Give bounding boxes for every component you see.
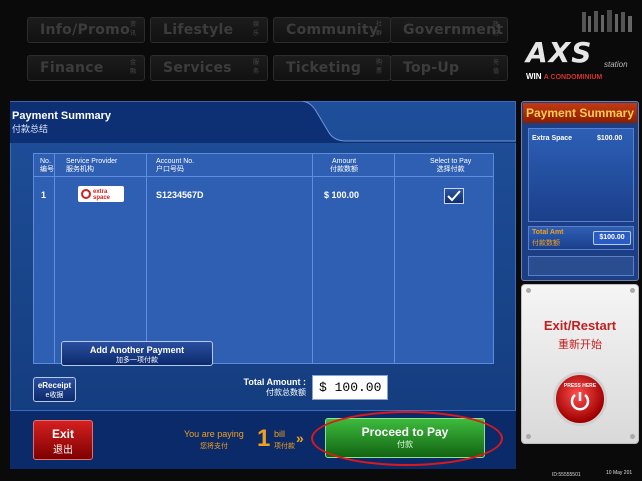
panel-title-block: Payment Summary 付款总结 — [12, 110, 111, 135]
menu-finance[interactable]: Finance 金融 — [27, 55, 145, 81]
menu-label-cn: 娱乐 — [252, 22, 259, 37]
tagline-rest: A CONDOMINIUM — [543, 74, 603, 81]
exit-label: Exit — [51, 427, 74, 441]
header-no: No. 编号 — [40, 158, 54, 174]
payment-table: No. 编号 Service Provider 服务机构 Account No.… — [33, 153, 494, 364]
exit-button[interactable]: Exit 退出 — [33, 420, 93, 460]
menu-label-cn: 购票 — [375, 60, 382, 75]
screw-icon — [630, 288, 635, 293]
menu-label: Services — [163, 60, 232, 76]
header-provider-en: Service Provider — [66, 158, 118, 165]
row-account: S1234567D — [156, 190, 204, 200]
menu-label-cn: 社群 — [375, 22, 382, 37]
total-amount-label-block: Total Amount : 付款总数额 — [232, 377, 307, 398]
checkmark-icon — [447, 190, 461, 202]
header-select: Select to Pay 选择付款 — [430, 158, 471, 174]
header-amount-cn: 付款数额 — [330, 166, 358, 173]
axs-logo-sub: station — [604, 60, 628, 69]
ereceipt-label-cn: e收据 — [45, 392, 64, 399]
menu-label: Government — [403, 22, 504, 38]
header-no-en: No. — [40, 158, 51, 165]
menu-lifestyle[interactable]: Lifestyle 娱乐 — [150, 17, 268, 43]
menu-label-cn: 服务 — [252, 60, 259, 75]
menu-label-cn: 金融 — [129, 60, 136, 75]
add-another-payment-button[interactable]: Add Another Payment 加多一项付款 — [61, 341, 213, 366]
menu-label-cn: 充值 — [492, 60, 499, 75]
tagline-win: WIN — [526, 72, 542, 81]
header-account: Account No. 户口号码 — [156, 158, 194, 174]
row-amount: $ 100.00 — [324, 190, 360, 200]
row-no: 1 — [41, 190, 47, 200]
side-total-value: $100.00 — [593, 231, 631, 245]
total-amount-value: $ 100.00 — [312, 375, 388, 400]
side-item-list: Extra Space $100.00 — [528, 128, 634, 222]
press-here-label: PRESS HERE — [563, 383, 597, 389]
header-select-cn: 选择付款 — [436, 166, 465, 173]
provider-logo: extra space — [78, 186, 124, 202]
screw-icon — [526, 288, 531, 293]
total-amount-label: Total Amount : — [243, 377, 307, 387]
axs-logo-text: AXS — [526, 36, 593, 69]
menu-label: Community — [286, 22, 379, 38]
paying-prefix-cn: 您将支付 — [200, 443, 228, 450]
menu-top-up[interactable]: Top-Up 充值 — [390, 55, 508, 81]
menu-government[interactable]: Government 政府 — [390, 17, 508, 43]
paying-count: 1 — [257, 425, 271, 452]
exit-label-cn: 退出 — [53, 445, 73, 456]
header-select-en: Select to Pay — [430, 158, 472, 165]
header-provider-cn: 服务机构 — [66, 166, 94, 173]
menu-label-cn: 资讯 — [129, 22, 136, 37]
paying-suffix: bill — [274, 429, 286, 439]
provider-logo-text: extra space — [93, 189, 111, 201]
provider-logo-icon — [81, 189, 91, 199]
ereceipt-label: eReceipt — [37, 381, 72, 390]
arrow-right-icon: » — [296, 430, 304, 446]
ereceipt-button[interactable]: eReceipt e收据 — [33, 377, 76, 402]
kiosk-date: 10 May 201 — [606, 470, 633, 476]
header-account-cn: 户口号码 — [156, 166, 184, 173]
axs-logo: AXS station WIN A CONDOMINIUM — [522, 10, 640, 84]
menu-label: Ticketing — [286, 60, 362, 76]
menu-info-promo[interactable]: Info/Promo 资讯 — [27, 17, 145, 43]
highlight-ellipse — [311, 411, 503, 466]
menu-label: Lifestyle — [163, 22, 234, 38]
power-icon — [570, 392, 590, 411]
header-amount-en: Amount — [331, 158, 357, 165]
menu-community[interactable]: Community 社群 — [273, 17, 391, 43]
side-total-label-cn: 付款数额 — [532, 240, 560, 247]
exit-restart-title-cn: 重新开始 — [558, 339, 602, 351]
exit-restart-title: Exit/Restart — [543, 318, 617, 333]
paying-prefix: You are paying — [184, 429, 244, 439]
side-total-label: Total Amt — [532, 229, 564, 236]
header-no-cn: 编号 — [40, 166, 54, 173]
paying-info: You are paying 您将支付 1 bill 项付款 » — [170, 424, 312, 456]
brand-tagline: WIN A CONDOMINIUM — [526, 72, 602, 81]
add-payment-label-cn: 加多一项付款 — [116, 357, 158, 364]
press-here-button[interactable]: PRESS HERE — [553, 372, 607, 426]
menu-label: Finance — [40, 60, 104, 76]
screw-icon — [526, 434, 531, 439]
header-account-en: Account No. — [156, 158, 195, 165]
side-item-label: Extra Space — [532, 135, 573, 142]
menu-label-cn: 政府 — [492, 22, 499, 37]
paying-suffix-cn: 项付款 — [274, 443, 295, 450]
screw-icon — [630, 434, 635, 439]
add-payment-label: Add Another Payment — [89, 345, 185, 355]
kiosk-id: ID:55555501 — [552, 472, 581, 478]
side-title: Payment Summary — [523, 103, 637, 123]
side-item-value: $100.00 — [597, 135, 623, 142]
menu-label: Top-Up — [403, 60, 460, 76]
menu-label: Info/Promo — [40, 22, 130, 38]
panel-title-cn: 付款总结 — [12, 124, 49, 134]
panel-title: Payment Summary — [12, 110, 112, 122]
side-empty-slot — [528, 256, 634, 276]
total-amount-label-cn: 付款总数额 — [266, 388, 306, 397]
side-total: Total Amt 付款数额 $100.00 — [528, 226, 634, 250]
header-amount: Amount 付款数额 — [330, 158, 358, 174]
select-checkbox[interactable] — [444, 188, 464, 204]
header-provider: Service Provider 服务机构 — [66, 158, 117, 174]
menu-ticketing[interactable]: Ticketing 购票 — [273, 55, 391, 81]
menu-services[interactable]: Services 服务 — [150, 55, 268, 81]
